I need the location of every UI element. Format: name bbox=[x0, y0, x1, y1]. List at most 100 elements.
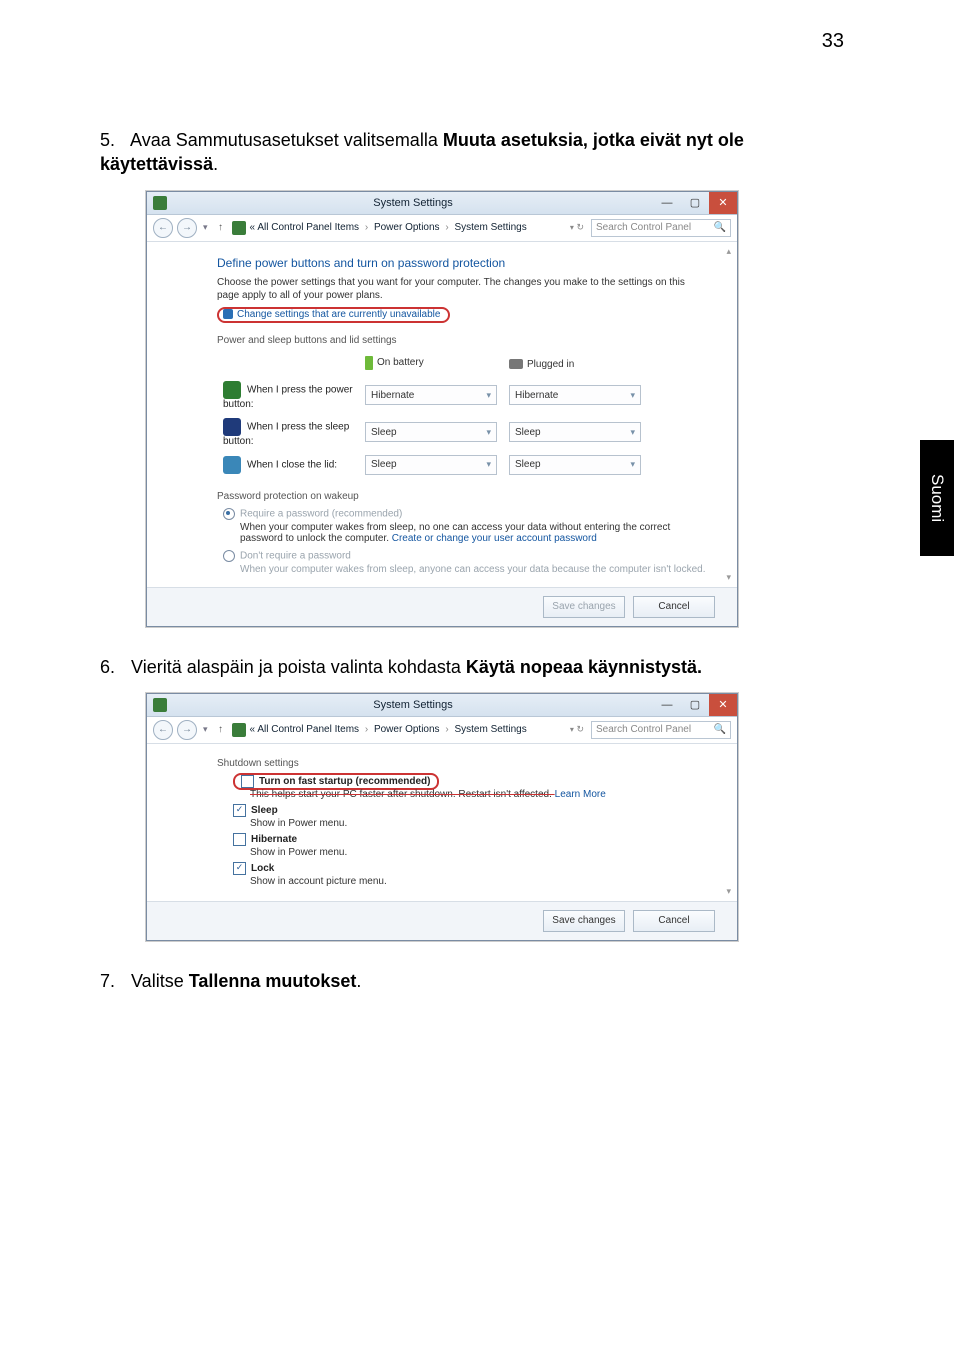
hibernate-label: Hibernate bbox=[251, 834, 297, 845]
lid-battery-select[interactable]: Sleep▾ bbox=[365, 455, 497, 475]
crumb-3[interactable]: System Settings bbox=[454, 724, 526, 735]
radio-require-password[interactable]: Require a password (recommended) bbox=[223, 508, 709, 520]
lid-plugged-select[interactable]: Sleep▾ bbox=[509, 455, 641, 475]
up-button[interactable]: ↑ bbox=[214, 724, 228, 735]
sleep-checkbox[interactable] bbox=[233, 804, 246, 817]
search-placeholder: Search Control Panel bbox=[596, 222, 691, 233]
crumb-1[interactable]: All Control Panel Items bbox=[257, 222, 359, 233]
scroll-down-icon[interactable]: ▾ bbox=[726, 886, 731, 897]
fast-startup-sub: This helps start your PC faster after sh… bbox=[250, 789, 555, 800]
search-icon: 🔍 bbox=[714, 724, 726, 735]
app-icon bbox=[153, 698, 167, 712]
create-password-link[interactable]: Create or change your user account passw… bbox=[392, 533, 597, 544]
back-button[interactable]: ← bbox=[153, 720, 173, 740]
crumb-pre: « bbox=[250, 222, 256, 233]
minimize-button[interactable]: — bbox=[653, 192, 681, 214]
cancel-button[interactable]: Cancel bbox=[633, 910, 715, 932]
maximize-button[interactable]: ▢ bbox=[681, 694, 709, 716]
step-7-number: 7. bbox=[100, 969, 126, 993]
nav-row: ← → ▾ ↑ « All Control Panel Items › Powe… bbox=[147, 215, 737, 242]
chevron-down-icon: ▾ bbox=[486, 390, 491, 401]
history-dropdown-icon[interactable]: ▾ bbox=[203, 222, 208, 233]
chevron-down-icon: ▾ bbox=[486, 427, 491, 438]
cancel-button[interactable]: Cancel bbox=[633, 596, 715, 618]
footer: Save changes Cancel bbox=[147, 901, 737, 940]
screenshot-window-2: System Settings — ▢ ✕ ← → ▾ ↑ « All Cont… bbox=[146, 693, 738, 941]
radio-on-icon bbox=[223, 508, 235, 520]
page-number: 33 bbox=[822, 30, 844, 53]
change-settings-link-highlight[interactable]: Change settings that are currently unava… bbox=[217, 307, 450, 323]
plug-icon bbox=[509, 359, 523, 369]
chevron-down-icon: ▾ bbox=[486, 459, 491, 470]
radio-no-label: Don't require a password bbox=[240, 550, 351, 561]
step-6-text-a: Vieritä alaspäin ja poista valinta kohda… bbox=[131, 657, 466, 677]
crumb-sep: › bbox=[365, 724, 368, 735]
table-row: When I press the power button: Hibernate… bbox=[217, 377, 647, 414]
step-5-number: 5. bbox=[100, 128, 126, 152]
table-row: When I press the sleep button: Sleep▾ Sl… bbox=[217, 414, 647, 451]
crumb-1[interactable]: All Control Panel Items bbox=[257, 724, 359, 735]
change-settings-link[interactable]: Change settings that are currently unava… bbox=[237, 309, 440, 320]
search-input[interactable]: Search Control Panel 🔍 bbox=[591, 721, 731, 739]
scroll-down-icon[interactable]: ▾ bbox=[726, 572, 731, 583]
radio-off-icon bbox=[223, 550, 235, 562]
step-5-text-a: Avaa Sammutusasetukset valitsemalla bbox=[130, 130, 443, 150]
window-title: System Settings bbox=[173, 197, 653, 209]
step-7-text-bold: Tallenna muutokset bbox=[189, 971, 357, 991]
sleep-battery-select[interactable]: Sleep▾ bbox=[365, 422, 497, 442]
save-button[interactable]: Save changes bbox=[543, 910, 625, 932]
breadcrumb[interactable]: « All Control Panel Items › Power Option… bbox=[250, 724, 527, 735]
up-button[interactable]: ↑ bbox=[214, 222, 228, 233]
table-row: When I close the lid: Sleep▾ Sleep▾ bbox=[217, 451, 647, 479]
sleep-plugged-select[interactable]: Sleep▾ bbox=[509, 422, 641, 442]
back-button[interactable]: ← bbox=[153, 218, 173, 238]
minimize-button[interactable]: — bbox=[653, 694, 681, 716]
breadcrumb[interactable]: « All Control Panel Items › Power Option… bbox=[250, 222, 527, 233]
address-dropdown[interactable]: ▾ ↻ bbox=[570, 222, 584, 233]
battery-icon: On battery bbox=[365, 356, 424, 370]
nav-row: ← → ▾ ↑ « All Control Panel Items › Powe… bbox=[147, 717, 737, 744]
scroll-up-icon[interactable]: ▴ bbox=[726, 246, 731, 257]
address-dropdown[interactable]: ▾ ↻ bbox=[570, 724, 584, 735]
power-button-icon bbox=[223, 381, 241, 399]
page-heading: Define power buttons and turn on passwor… bbox=[217, 256, 709, 270]
crumb-3[interactable]: System Settings bbox=[454, 222, 526, 233]
hibernate-checkbox[interactable] bbox=[233, 833, 246, 846]
sleep-sub: Show in Power menu. bbox=[250, 818, 709, 829]
step-7-text-c: . bbox=[356, 971, 361, 991]
maximize-button[interactable]: ▢ bbox=[681, 192, 709, 214]
crumb-sep: › bbox=[445, 222, 448, 233]
search-icon: 🔍 bbox=[714, 222, 726, 233]
step-5: 5. Avaa Sammutusasetukset valitsemalla M… bbox=[100, 128, 860, 177]
power-plugged-select[interactable]: Hibernate▾ bbox=[509, 385, 641, 405]
sleep-label: Sleep bbox=[251, 805, 278, 816]
forward-button[interactable]: → bbox=[177, 218, 197, 238]
close-button[interactable]: ✕ bbox=[709, 192, 737, 214]
power-table: On battery Plugged in When I press the p… bbox=[217, 352, 647, 479]
step-7-text-a: Valitse bbox=[131, 971, 189, 991]
search-input[interactable]: Search Control Panel 🔍 bbox=[591, 219, 731, 237]
crumb-2[interactable]: Power Options bbox=[374, 222, 440, 233]
step-6-number: 6. bbox=[100, 655, 126, 679]
save-button[interactable]: Save changes bbox=[543, 596, 625, 618]
fast-startup-label: Turn on fast startup (recommended) bbox=[259, 776, 431, 787]
col-battery: On battery bbox=[377, 357, 424, 368]
window-title: System Settings bbox=[173, 699, 653, 711]
close-button[interactable]: ✕ bbox=[709, 694, 737, 716]
lock-label: Lock bbox=[251, 863, 274, 874]
fast-startup-checkbox[interactable] bbox=[241, 775, 254, 788]
location-icon bbox=[232, 221, 246, 235]
power-battery-select[interactable]: Hibernate▾ bbox=[365, 385, 497, 405]
radio-no-password[interactable]: Don't require a password bbox=[223, 550, 709, 562]
forward-button[interactable]: → bbox=[177, 720, 197, 740]
history-dropdown-icon[interactable]: ▾ bbox=[203, 724, 208, 735]
crumb-2[interactable]: Power Options bbox=[374, 724, 440, 735]
titlebar: System Settings — ▢ ✕ bbox=[147, 192, 737, 215]
lock-checkbox[interactable] bbox=[233, 862, 246, 875]
step-7: 7. Valitse Tallenna muutokset. bbox=[100, 969, 860, 993]
lock-sub: Show in account picture menu. bbox=[250, 876, 709, 887]
step-6-text-bold: Käytä nopeaa käynnistystä. bbox=[466, 657, 702, 677]
chevron-down-icon: ▾ bbox=[630, 427, 635, 438]
lid-icon bbox=[223, 456, 241, 474]
learn-more-link[interactable]: Learn More bbox=[555, 789, 606, 800]
